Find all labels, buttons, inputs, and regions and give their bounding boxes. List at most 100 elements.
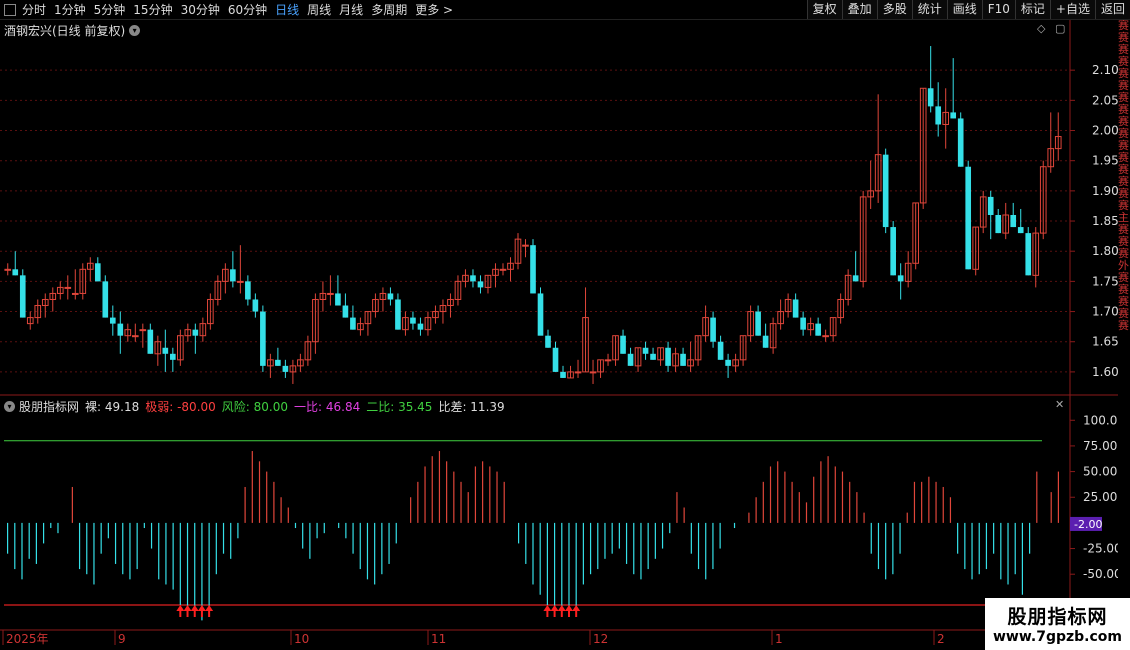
candle-body-down	[417, 323, 424, 330]
indicator-tick-label: 75.00	[1083, 439, 1117, 453]
candle-body-down	[710, 317, 716, 342]
candle-body-down	[1010, 215, 1017, 228]
candle-body-up	[237, 280, 244, 283]
date-tick-label: 12	[593, 632, 608, 646]
candle-body-down	[252, 299, 259, 312]
indicator-tick-label: 100.0	[1083, 413, 1117, 427]
candle-body-down	[12, 269, 19, 276]
price-tick-label: 1.70	[1092, 305, 1118, 319]
candle-body-down	[470, 275, 476, 282]
candle-body-down	[162, 347, 169, 354]
candle-body-up	[64, 286, 72, 289]
candle-body-down	[275, 359, 281, 366]
price-tick-label: 2.05	[1092, 93, 1118, 107]
candle-body-down	[530, 245, 536, 294]
candle-body-down	[620, 335, 626, 354]
date-tick-label: 2025年	[6, 632, 49, 646]
candle-body-down	[117, 323, 124, 336]
candle-body-down	[477, 281, 484, 288]
site-watermark: 股朋指标网 www.7gpzb.com	[985, 598, 1130, 650]
candle-body-down	[102, 281, 109, 318]
price-tick-label: 1.60	[1092, 365, 1118, 379]
candle-body-up	[327, 292, 334, 295]
buy-signal-arrowhead-icon	[550, 605, 559, 611]
candle-body-down	[852, 275, 859, 282]
price-tick-label: 1.90	[1092, 184, 1118, 198]
candle-body-down	[260, 311, 266, 366]
candle-body-down	[755, 311, 761, 336]
candle-body-up	[522, 244, 529, 247]
candle-body-down	[335, 293, 341, 306]
candle-body-down	[642, 347, 649, 354]
candle-body-down	[957, 118, 964, 167]
candle-body-down	[815, 323, 821, 336]
candle-body-down	[350, 317, 356, 330]
candle-body-down	[650, 353, 656, 360]
candle-body-down	[537, 293, 544, 336]
buy-signal-arrowhead-icon	[183, 605, 192, 611]
date-tick-label: 9	[118, 632, 126, 646]
candle-body-down	[935, 106, 942, 125]
candle-body-down	[950, 112, 957, 119]
buy-signal-arrowhead-icon	[543, 605, 552, 611]
candle-body-down	[545, 335, 551, 348]
watermark-title: 股朋指标网	[1007, 606, 1108, 628]
side-info-strip: 赛赛赛赛赛赛赛赛赛赛赛赛赛赛赛赛主赛赛赛外赛赛赛赛赛	[1118, 20, 1130, 596]
indicator-tick-label: 25.00	[1083, 490, 1117, 504]
candle-body-down	[560, 371, 566, 378]
candle-body-up	[499, 268, 507, 271]
buy-signal-arrowhead-icon	[197, 605, 206, 611]
candle-body-down	[995, 215, 1002, 234]
candle-body-down	[717, 341, 724, 360]
candle-body-down	[882, 154, 889, 228]
date-tick-label: 2	[937, 632, 945, 646]
candle-body-up	[822, 335, 829, 338]
price-tick-label: 1.75	[1092, 274, 1118, 288]
price-tick-label: 1.80	[1092, 244, 1118, 258]
indicator-tick-label: -25.00	[1083, 542, 1118, 556]
date-tick-label: 10	[294, 632, 309, 646]
candle-body-up	[131, 335, 139, 338]
date-tick-label: 1	[775, 632, 783, 646]
indicator-tick-label: -50.00	[1083, 567, 1118, 581]
candle-body-down	[792, 299, 799, 318]
price-tick-label: 1.95	[1092, 154, 1118, 168]
buy-signal-arrowhead-icon	[176, 605, 185, 611]
candle-body-down	[965, 166, 972, 270]
candle-body-down	[897, 275, 904, 282]
candle-body-down	[245, 281, 251, 300]
watermark-url: www.7gpzb.com	[992, 629, 1122, 645]
candle-body-up	[589, 371, 597, 374]
chart-svg[interactable]: 2.10 2.05 2.00 1.95 1.90 1.85 1.80 1.75 1.70 1.65…	[0, 0, 1118, 650]
candle-body-down	[627, 353, 634, 366]
candle-body-down	[387, 293, 394, 300]
candle-body-down	[282, 365, 289, 372]
price-tick-label: 2.10	[1092, 63, 1118, 77]
date-tick-label: 11	[431, 632, 446, 646]
candle-body-up	[4, 268, 12, 271]
candle-body-down	[410, 317, 416, 324]
candle-body-down	[665, 347, 671, 366]
indicator-tick-label: 50.00	[1083, 465, 1117, 479]
candle-body-down	[170, 353, 176, 360]
candle-body-up	[574, 371, 582, 374]
candle-body-down	[800, 317, 806, 330]
candle-body-down	[1025, 233, 1032, 276]
candle-body-down	[19, 275, 26, 318]
candle-body-down	[1017, 227, 1024, 234]
candle-body-down	[192, 329, 199, 336]
candle-body-down	[890, 227, 896, 276]
candle-body-down	[927, 88, 934, 107]
candle-body-down	[147, 329, 154, 354]
candle-body-down	[395, 299, 401, 330]
candle-body-up	[71, 292, 79, 295]
candle-body-up	[604, 359, 612, 362]
candle-body-up	[139, 329, 147, 332]
price-tick-label: 1.65	[1092, 335, 1118, 349]
buy-signal-arrowhead-icon	[557, 605, 566, 611]
candle-body-down	[680, 353, 686, 366]
price-tick-label: 1.85	[1092, 214, 1118, 228]
candle-body-down	[342, 305, 349, 318]
candle-body-down	[987, 196, 994, 215]
price-tick-label: 2.00	[1092, 124, 1118, 138]
